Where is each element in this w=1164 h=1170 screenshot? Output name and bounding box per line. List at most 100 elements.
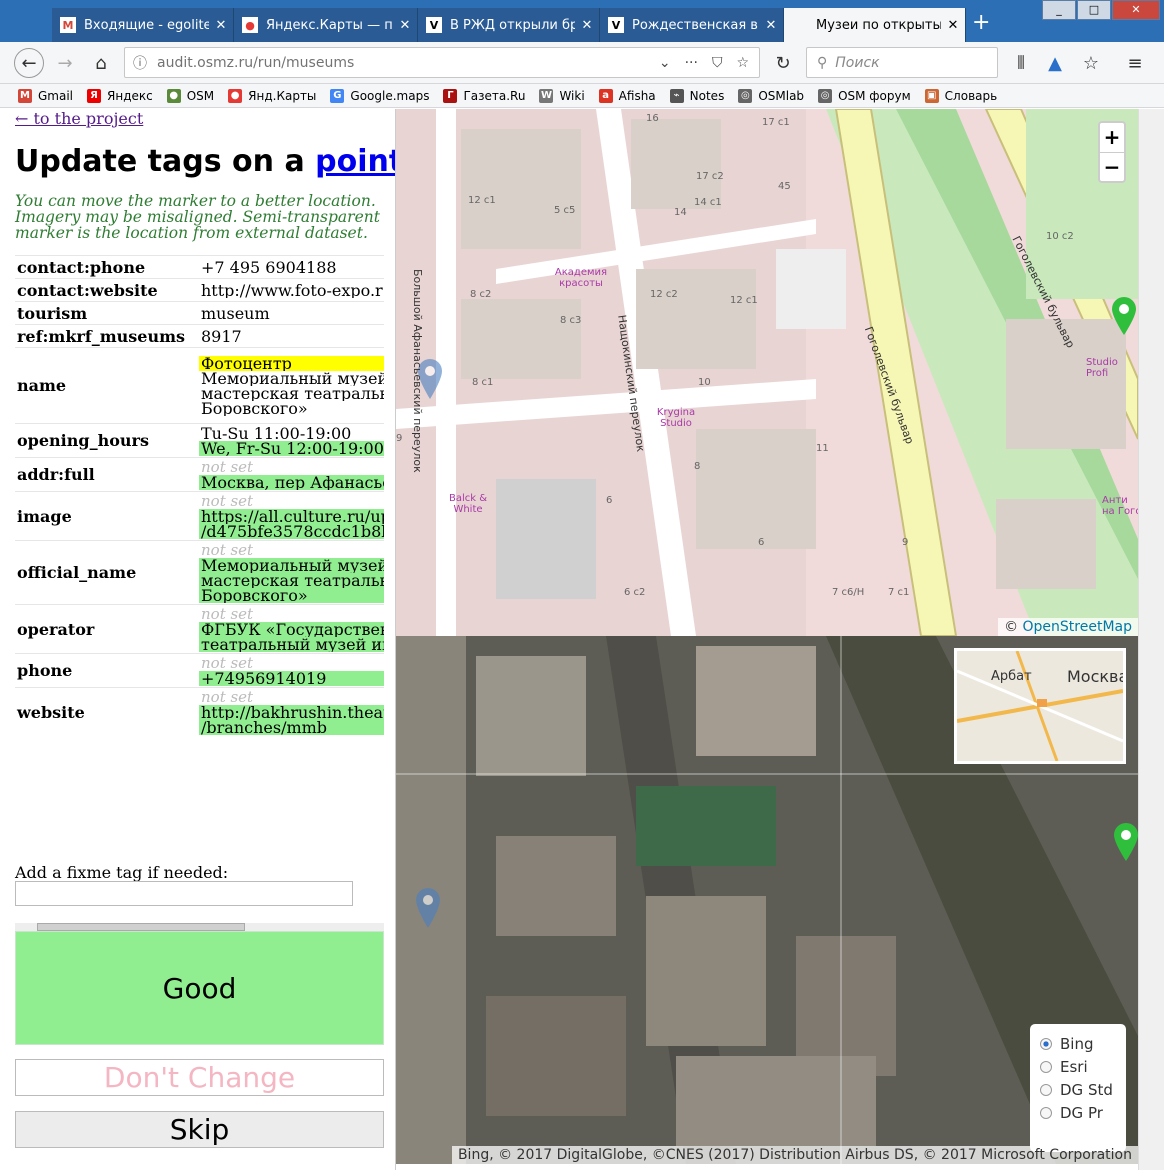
new-value[interactable]: мастерская театрально [199, 572, 384, 588]
bookmark-item[interactable]: a Afisha [598, 88, 656, 103]
new-value[interactable]: http://bakhrushin.theat [199, 704, 384, 720]
tag-key: official_name [15, 540, 199, 605]
house-number: 10 [698, 377, 711, 388]
pocket-icon[interactable]: ⛉ [712, 55, 723, 71]
close-window-button[interactable]: ✕ [1112, 0, 1160, 20]
close-tab-icon[interactable]: ✕ [941, 18, 965, 33]
maximize-button[interactable]: □ [1077, 0, 1111, 20]
browser-tab[interactable]: ● Яндекс.Карты — по ✕ [234, 8, 418, 42]
bookmark-item[interactable]: ● Янд.Карты [228, 88, 316, 103]
house-number: 14 с1 [694, 197, 722, 208]
library-icon[interactable]: ⫴ [1006, 48, 1036, 78]
horizontal-scrollbar[interactable] [15, 923, 384, 931]
close-tab-icon[interactable]: ✕ [209, 18, 233, 33]
dont-change-button[interactable]: Don't Change [15, 1059, 384, 1096]
imagery-map[interactable]: Арбат Москва Bing Esri DG Std DG Pr Bing, ©… [396, 636, 1138, 1164]
bookmark-menu-icon[interactable]: ☆ [1076, 48, 1106, 78]
new-value[interactable]: /d475bfe3578ccdc1b8b [199, 523, 384, 539]
tag-key: addr:full [15, 457, 199, 492]
page-actions-icon[interactable]: ··· [685, 55, 698, 71]
info-icon[interactable]: ⓘ [133, 53, 147, 73]
new-value[interactable]: /branches/mmb [199, 719, 384, 735]
osm-map[interactable]: + − © OpenStreetMap Большой Афанасьевски… [396, 109, 1138, 636]
vertical-scrollbar[interactable] [1138, 109, 1164, 1170]
new-value[interactable]: театральный музей им [199, 636, 384, 652]
browser-tab[interactable]: V В РЖД открыли бр(✕ [418, 8, 600, 42]
browser-tab[interactable]: V Рождественская вы ✕ [600, 8, 784, 42]
layer-switcher: Bing Esri DG Std DG Pr [1030, 1024, 1126, 1152]
bookmark-item[interactable]: ◎ OSMlab [738, 88, 804, 103]
good-button[interactable]: Good [15, 931, 384, 1045]
tag-value-cell: Tu-Su 11:00-19:00 We, Fr-Su 12:00-19:00 [199, 423, 384, 458]
bookmark-item[interactable]: ◎ OSM форум [818, 88, 911, 103]
new-value[interactable]: Боровского» [199, 587, 384, 603]
not-set-label: not set [201, 493, 254, 509]
browser-tab[interactable]: Музеи по открытым дан✕ [784, 8, 966, 42]
tag-value-cell: +7 495 6904188 [199, 255, 384, 279]
minimap[interactable]: Арбат Москва [954, 648, 1126, 764]
layer-option[interactable]: Esri [1040, 1055, 1116, 1078]
close-tab-icon[interactable]: ✕ [393, 18, 417, 33]
skip-button[interactable]: Skip [15, 1111, 384, 1148]
radio-button[interactable] [1040, 1060, 1052, 1073]
tag-key: opening_hours [15, 423, 199, 458]
radio-button[interactable] [1040, 1083, 1052, 1096]
osm-map-tiles[interactable] [396, 109, 1138, 636]
zoom-out-button[interactable]: − [1100, 152, 1124, 181]
back-to-project-link[interactable]: ← to the project [15, 109, 143, 128]
bookmark-item[interactable]: ● OSM [166, 88, 214, 103]
new-value[interactable]: We, Fr-Su 12:00-19:00 [199, 440, 384, 456]
browser-tab[interactable]: M Входящие - egolite€ ✕ [52, 8, 234, 42]
home-button[interactable]: ⌂ [86, 48, 116, 78]
minimize-button[interactable]: _ [1042, 0, 1076, 20]
marker-pin-icon[interactable] [1114, 823, 1138, 861]
bookmark-item[interactable]: Г Газета.Ru [443, 88, 525, 103]
tag-key: contact:phone [15, 255, 199, 279]
close-tab-icon[interactable]: ✕ [759, 18, 783, 33]
tab-label: Входящие - egolite€ [84, 17, 209, 33]
house-number: 12 с1 [468, 195, 496, 206]
zoom-control: + − [1098, 121, 1126, 183]
bookmark-label: Gmail [38, 88, 74, 103]
hamburger-menu-icon[interactable]: ≡ [1120, 48, 1150, 78]
forward-button[interactable]: → [50, 48, 80, 78]
radio-button[interactable] [1040, 1106, 1052, 1119]
close-tab-icon[interactable]: ✕ [575, 18, 599, 33]
url-bar[interactable]: ⓘ audit.osmz.ru/run/museums ⌄ ··· ⛉ ☆ [124, 47, 760, 78]
layer-option[interactable]: DG Pr [1040, 1101, 1116, 1124]
point-link[interactable]: point [315, 144, 395, 179]
new-tab-button[interactable]: + [972, 10, 990, 35]
search-input[interactable]: ⚲ Поиск [806, 47, 998, 78]
star-icon[interactable]: ☆ [736, 55, 749, 71]
bookmark-item[interactable]: G Google.maps [330, 88, 429, 103]
house-number: 16 [646, 113, 659, 124]
map-pin-icon: ● [242, 17, 258, 33]
minimap-label-arbat: Арбат [991, 669, 1032, 684]
layer-option[interactable]: Bing [1040, 1032, 1116, 1055]
bookmark-item[interactable]: ▣ Словарь [924, 88, 997, 103]
new-value[interactable]: ФГБУК «Государственн [199, 621, 384, 637]
bookmark-icon: ● [166, 88, 181, 103]
zoom-in-button[interactable]: + [1100, 123, 1124, 152]
new-value[interactable]: Мемориальный музей « [199, 557, 384, 573]
new-value[interactable]: https://all.culture.ru/up [199, 508, 384, 524]
bookmark-item[interactable]: W Wiki [539, 88, 585, 103]
title-text: Update tags on a [15, 144, 316, 179]
bookmark-item[interactable]: Я Яндекс [87, 88, 153, 103]
radio-button[interactable] [1040, 1037, 1052, 1050]
marker-pin-icon[interactable] [1112, 297, 1136, 335]
layer-option[interactable]: DG Std [1040, 1078, 1116, 1101]
layer-label: Esri [1060, 1057, 1088, 1076]
reload-button[interactable]: ↻ [768, 48, 798, 78]
extension-icon[interactable]: ▲ [1040, 48, 1070, 78]
back-button[interactable]: ← [14, 48, 44, 78]
fixme-input[interactable] [15, 881, 353, 906]
bookmark-icon: ● [228, 88, 243, 103]
bookmark-item[interactable]: M Gmail [18, 88, 74, 103]
tag-value-cell: 8917 [199, 324, 384, 348]
dropdown-icon[interactable]: ⌄ [659, 55, 671, 71]
openstreetmap-link[interactable]: OpenStreetMap [1023, 619, 1132, 635]
bookmark-item[interactable]: ⌁ Notes [669, 88, 724, 103]
new-value[interactable]: +74956914019 [199, 670, 384, 686]
new-value[interactable]: Москва, пер Афанасье [199, 474, 384, 490]
